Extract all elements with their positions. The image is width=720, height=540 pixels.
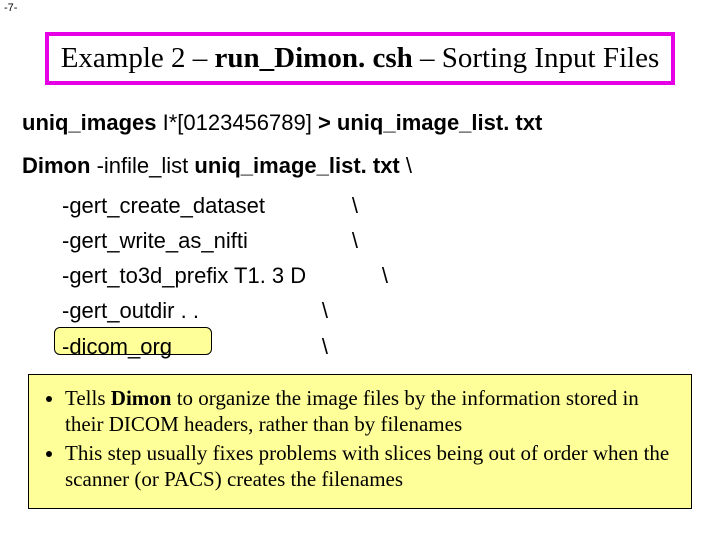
title-box: Example 2 – run_Dimon. csh – Sorting Inp… — [45, 32, 675, 85]
opt-row-gert-write-as-nifti: -gert_write_as_nifti \ — [62, 228, 698, 253]
info-bullet-2: This step usually fixes problems with sl… — [65, 440, 677, 493]
title-post: – Sorting Input Files — [413, 42, 660, 74]
opt-flag: -gert_to3d_prefix T1. 3 D — [62, 263, 306, 288]
info-box: Tells Dimon to organize the image files … — [28, 374, 692, 509]
opt-flag: -gert_create_dataset — [62, 193, 265, 218]
command-block: uniq_images I*[0123456789] > uniq_image_… — [22, 110, 698, 369]
uniq-cmd: uniq_images — [22, 110, 156, 135]
title-script: run_Dimon. csh — [215, 42, 413, 74]
dimon-args: -infile_list — [90, 153, 194, 178]
opt-cont: \ — [352, 228, 698, 253]
dimon-cmd: Dimon — [22, 153, 90, 178]
opt-row-dicom-org: -dicom_org \ — [62, 334, 698, 359]
info-b1-bold: Dimon — [111, 386, 172, 410]
page-number: -7- — [4, 2, 17, 14]
uniq-redir: > uniq_image_list. txt — [318, 110, 542, 135]
uniq-glob: I*[0123456789] — [156, 110, 317, 135]
opt-cont: \ — [352, 193, 698, 218]
title-text: Example 2 – run_Dimon. csh – Sorting Inp… — [61, 42, 660, 74]
opt-row-gert-create-dataset: -gert_create_dataset \ — [62, 193, 698, 218]
opt-row-gert-to3d-prefix: -gert_to3d_prefix T1. 3 D \ — [62, 263, 698, 288]
opt-flag: -gert_outdir . . — [62, 298, 199, 323]
opt-cont: \ — [382, 263, 698, 288]
opt-row-gert-outdir: -gert_outdir . . \ — [62, 298, 698, 323]
info-bullet-1: Tells Dimon to organize the image files … — [65, 385, 677, 438]
info-b1-pre: Tells — [65, 386, 111, 410]
dimon-cont: \ — [400, 153, 412, 178]
opt-cont: \ — [322, 334, 698, 359]
opt-flag: -dicom_org — [62, 334, 172, 359]
title-pre: Example 2 – — [61, 42, 215, 74]
dimon-line: Dimon -infile_list uniq_image_list. txt … — [22, 153, 698, 178]
uniq-images-line: uniq_images I*[0123456789] > uniq_image_… — [22, 110, 698, 135]
opt-cont: \ — [322, 298, 698, 323]
dimon-file: uniq_image_list. txt — [194, 153, 399, 178]
opt-flag: -gert_write_as_nifti — [62, 228, 248, 253]
info-list: Tells Dimon to organize the image files … — [43, 385, 677, 492]
